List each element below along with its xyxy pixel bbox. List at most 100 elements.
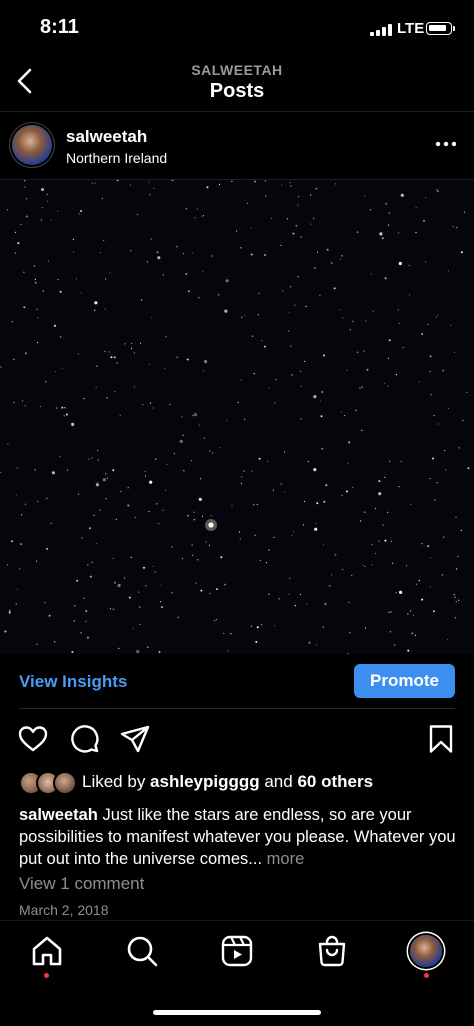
home-icon[interactable] (30, 934, 64, 968)
star (132, 628, 134, 630)
star (330, 574, 333, 576)
star (423, 219, 425, 222)
star (185, 208, 187, 210)
star (63, 415, 65, 417)
shop-icon[interactable] (315, 934, 349, 968)
star (264, 180, 266, 182)
star (187, 514, 189, 517)
star (456, 227, 458, 229)
star (289, 182, 291, 184)
comment-icon[interactable] (68, 723, 100, 755)
star (351, 574, 353, 577)
star (182, 558, 184, 560)
star (460, 251, 463, 254)
heart-icon[interactable] (17, 723, 49, 755)
star (241, 476, 243, 478)
star (398, 261, 402, 266)
star (223, 632, 225, 634)
star (78, 213, 80, 215)
star (37, 500, 39, 503)
star (225, 279, 229, 283)
post-username[interactable]: salweetah (66, 127, 147, 147)
bookmark-icon[interactable] (425, 723, 457, 755)
star (109, 272, 111, 274)
star (435, 316, 437, 318)
caption-username[interactable]: salweetah (19, 806, 98, 824)
star (183, 470, 185, 472)
starry-night-sky-image[interactable] (0, 180, 474, 654)
star (159, 601, 162, 603)
star (360, 520, 362, 522)
home-indicator[interactable] (153, 1010, 321, 1015)
star (73, 620, 75, 622)
star (162, 509, 164, 511)
view-insights-link[interactable]: View Insights (19, 672, 127, 692)
more-horizontal-icon[interactable] (432, 136, 460, 152)
star (434, 499, 436, 501)
star (105, 498, 107, 500)
star (361, 429, 363, 431)
star (251, 470, 253, 472)
star (142, 404, 144, 406)
star (200, 589, 203, 592)
star (88, 458, 90, 460)
star (447, 407, 449, 410)
star (143, 566, 145, 569)
star (304, 360, 306, 362)
star (387, 224, 389, 226)
star (441, 574, 443, 576)
star (243, 470, 245, 472)
star (66, 469, 68, 471)
star (99, 509, 101, 511)
promote-button[interactable]: Promote (354, 664, 455, 698)
star (54, 370, 57, 373)
caption-more-link[interactable]: more (267, 850, 305, 868)
star (134, 516, 136, 519)
star (399, 590, 403, 594)
star (415, 232, 417, 234)
star (314, 267, 316, 269)
liker-avatar[interactable] (53, 771, 77, 795)
star (385, 202, 388, 205)
share-icon[interactable] (119, 723, 151, 755)
star (11, 540, 13, 543)
star (321, 391, 324, 393)
status-time: 8:11 (40, 16, 79, 38)
reels-icon[interactable] (220, 934, 254, 968)
user-avatar[interactable] (12, 125, 52, 165)
star (36, 341, 39, 344)
star (462, 419, 464, 421)
network-label: LTE (397, 20, 425, 37)
star (315, 522, 317, 524)
star (322, 544, 325, 546)
star (191, 460, 193, 462)
star (218, 294, 220, 296)
search-icon[interactable] (125, 934, 159, 968)
star (384, 539, 387, 542)
liker-username[interactable]: ashleypigggg (150, 772, 260, 791)
star (348, 441, 351, 444)
star (361, 386, 363, 388)
star (46, 200, 49, 202)
star (264, 254, 266, 256)
star (114, 581, 116, 584)
likes-others[interactable]: 60 others (297, 772, 373, 791)
star (119, 414, 121, 416)
likes-summary[interactable]: Liked by ashleypigggg and 60 others (82, 772, 373, 792)
star (349, 632, 351, 634)
star (429, 370, 431, 373)
star (50, 219, 52, 221)
post-location[interactable]: Northern Ireland (66, 150, 167, 166)
view-comments-link[interactable]: View 1 comment (19, 874, 144, 894)
star (260, 624, 263, 626)
star (362, 564, 364, 566)
star (365, 320, 367, 322)
star (288, 593, 290, 595)
star (282, 290, 284, 292)
star (76, 579, 79, 582)
star (240, 247, 242, 249)
star (366, 368, 369, 371)
star (131, 342, 133, 345)
profile-avatar[interactable] (410, 935, 442, 967)
star (405, 565, 408, 567)
